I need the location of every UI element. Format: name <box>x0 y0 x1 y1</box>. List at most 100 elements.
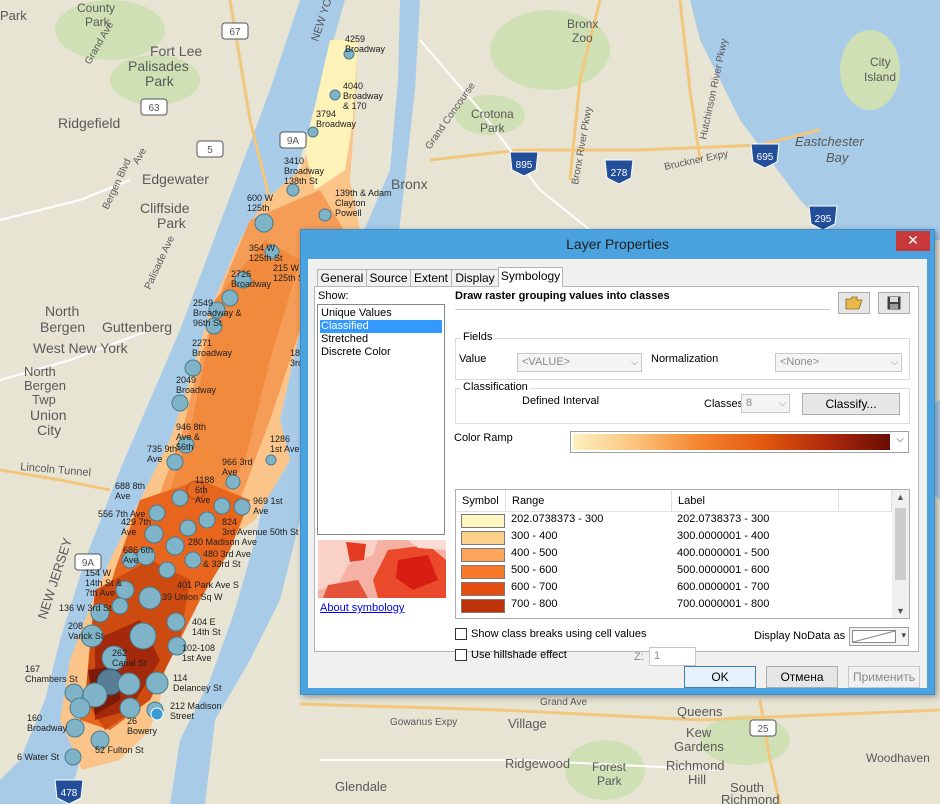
class-symbol-swatch[interactable] <box>461 599 505 613</box>
normalization-select[interactable]: <None> ⌵ <box>775 353 902 372</box>
place-label: Guttenberg <box>102 319 172 335</box>
open-button[interactable] <box>838 292 870 314</box>
place-label: North <box>45 303 79 319</box>
show-breaks-label: Show class breaks using cell values <box>471 628 647 640</box>
save-button[interactable] <box>878 292 910 314</box>
close-button[interactable]: ✕ <box>896 231 930 251</box>
z-label: Z: <box>634 651 644 663</box>
vertical-scrollbar[interactable]: ▲ ▼ <box>892 490 909 618</box>
tab-display[interactable]: Display <box>451 269 499 286</box>
svg-text:63: 63 <box>148 103 160 114</box>
show-breaks-checkbox[interactable] <box>455 628 467 640</box>
class-label[interactable]: 500.0000001 - 600 <box>677 564 769 576</box>
place-label: Park <box>480 121 506 135</box>
class-row[interactable]: 202.0738373 - 300 202.0738373 - 300 <box>456 512 892 529</box>
class-range[interactable]: 700 - 800 <box>511 598 557 610</box>
column-header-symbol[interactable]: Symbol <box>456 490 506 512</box>
class-row[interactable]: 300 - 400 300.0000001 - 400 <box>456 529 892 546</box>
place-label: Hill <box>688 772 706 787</box>
classify-button[interactable]: Classify... <box>802 393 900 415</box>
show-item-unique-values[interactable]: Unique Values <box>320 307 442 320</box>
site-label: 52 Fulton St <box>95 745 144 755</box>
sample-point <box>166 453 184 471</box>
sample-point <box>69 697 91 719</box>
class-row[interactable]: 400 - 500 400.0000001 - 500 <box>456 546 892 563</box>
show-label: Show: <box>318 290 349 302</box>
nodata-color-select[interactable]: ▾ <box>849 627 909 646</box>
class-symbol-swatch[interactable] <box>461 531 505 545</box>
hillshade-checkbox[interactable] <box>455 649 467 661</box>
road-label: Gowanus Expy <box>390 717 457 728</box>
about-symbology-link[interactable]: About symbology <box>320 602 404 614</box>
class-symbol-swatch[interactable] <box>461 514 505 528</box>
color-ramp-label: Color Ramp <box>454 432 513 444</box>
place-label: Ridgewood <box>505 756 570 771</box>
class-label[interactable]: 700.0000001 - 800 <box>677 598 769 610</box>
class-range[interactable]: 600 - 700 <box>511 581 557 593</box>
place-label: Zoo <box>572 31 593 45</box>
layer-properties-dialog: Layer Properties ✕ General Source Extent… <box>300 229 935 695</box>
scrollbar-thumb[interactable] <box>895 508 906 580</box>
column-header-label[interactable]: Label <box>672 490 839 512</box>
dialog-titlebar[interactable]: Layer Properties ✕ <box>301 230 934 259</box>
place-label: Park <box>0 8 27 23</box>
value-label: Value <box>459 353 487 365</box>
class-range[interactable]: 300 - 400 <box>511 530 557 542</box>
road-label: Grand Ave <box>540 697 588 708</box>
sample-point <box>111 597 129 615</box>
color-ramp-select[interactable]: ⌵ <box>570 431 909 453</box>
sample-point <box>145 671 169 695</box>
place-label: Kew <box>686 725 712 740</box>
value-select[interactable]: <VALUE> ⌵ <box>517 353 642 372</box>
place-label: Bronx <box>391 176 428 192</box>
show-item-classified[interactable]: Classified <box>320 320 442 333</box>
class-label[interactable]: 202.0738373 - 300 <box>677 513 769 525</box>
class-row[interactable]: 700 - 800 700.0000001 - 800 <box>456 597 892 614</box>
class-row[interactable]: 500 - 600 500.0000001 - 600 <box>456 563 892 580</box>
place-label: Bergen <box>40 319 85 335</box>
nodata-label: Display NoData as <box>754 630 846 642</box>
class-label[interactable]: 600.0000001 - 700 <box>677 581 769 593</box>
place-label: North <box>24 364 56 379</box>
class-range[interactable]: 202.0738373 - 300 <box>511 513 603 525</box>
show-item-discrete-color[interactable]: Discrete Color <box>320 346 442 359</box>
site-label: 280 Madison Ave <box>188 537 257 547</box>
z-input[interactable]: 1 <box>649 647 696 666</box>
svg-text:695: 695 <box>757 152 774 163</box>
chevron-up-icon[interactable]: ▲ <box>896 492 905 502</box>
sample-point <box>64 748 82 766</box>
tab-extent[interactable]: Extent <box>410 269 452 286</box>
dialog-title: Layer Properties <box>566 236 669 252</box>
place-label: Twp <box>32 392 56 407</box>
class-symbol-swatch[interactable] <box>461 565 505 579</box>
classes-select[interactable]: 8 ⌵ <box>741 394 790 413</box>
close-icon: ✕ <box>907 232 919 248</box>
class-range[interactable]: 400 - 500 <box>511 547 557 559</box>
show-list[interactable]: Unique Values Classified Stretched Discr… <box>317 304 445 535</box>
class-label[interactable]: 400.0000001 - 500 <box>677 547 769 559</box>
place-label: City <box>37 422 61 438</box>
chevron-down-icon: ⌵ <box>631 357 638 367</box>
cancel-button[interactable]: Отмена <box>766 666 838 688</box>
tab-symbology[interactable]: Symbology <box>498 267 563 287</box>
class-row[interactable]: 600 - 700 600.0000001 - 700 <box>456 580 892 597</box>
place-label: Ridgefield <box>58 115 120 131</box>
class-label[interactable]: 300.0000001 - 400 <box>677 530 769 542</box>
svg-text:895: 895 <box>516 160 533 171</box>
classes-label: Classes <box>704 398 744 410</box>
apply-button[interactable]: Применить <box>848 666 920 688</box>
dialog-client: General Source Extent Display Symbology … <box>308 259 927 688</box>
normalization-label: Normalization <box>651 353 719 365</box>
place-label: Village <box>508 716 547 731</box>
tab-general[interactable]: General <box>317 269 367 286</box>
class-table[interactable]: Symbol Range Label 202.0738373 - 300 202.… <box>455 489 910 619</box>
column-header-range[interactable]: Range <box>506 490 672 512</box>
class-range[interactable]: 500 - 600 <box>511 564 557 576</box>
place-label: Eastchester <box>795 134 864 149</box>
class-symbol-swatch[interactable] <box>461 582 505 596</box>
chevron-down-icon[interactable]: ▼ <box>896 606 905 616</box>
ok-button[interactable]: OK <box>684 666 756 688</box>
tab-source[interactable]: Source <box>366 269 411 286</box>
show-item-stretched[interactable]: Stretched <box>320 333 442 346</box>
class-symbol-swatch[interactable] <box>461 548 505 562</box>
